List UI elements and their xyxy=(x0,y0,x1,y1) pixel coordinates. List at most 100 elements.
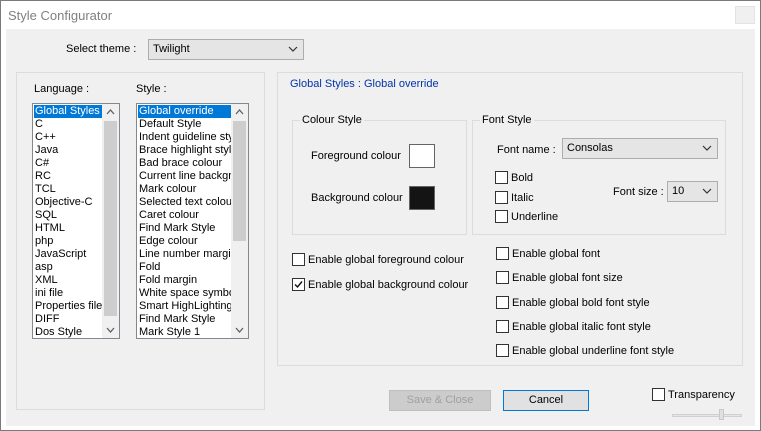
list-item[interactable]: C# xyxy=(34,157,103,170)
list-item[interactable]: Bad brace colour xyxy=(138,157,232,170)
list-item[interactable]: C xyxy=(34,118,103,131)
enable-global-background-label: Enable global background colour xyxy=(308,279,469,291)
background-colour-swatch[interactable] xyxy=(409,186,435,210)
list-item[interactable]: Caret colour xyxy=(138,209,232,222)
enable-global-font-size-checkbox[interactable] xyxy=(496,271,509,284)
font-name-value: Consolas xyxy=(567,142,613,154)
font-style-group: Font Style Font name : Consolas Bold Ita… xyxy=(472,114,726,235)
list-item[interactable]: Indent guideline style xyxy=(138,131,232,144)
list-item[interactable]: Properties file xyxy=(34,300,103,313)
style-label: Style : xyxy=(136,83,167,95)
scroll-down-icon[interactable] xyxy=(102,322,119,338)
style-scroll-thumb[interactable] xyxy=(233,121,246,241)
list-item[interactable]: Fold xyxy=(138,261,232,274)
transparency-slider[interactable] xyxy=(672,414,742,417)
italic-label: Italic xyxy=(511,192,534,204)
foreground-colour-label: Foreground colour xyxy=(311,150,401,162)
enable-global-background-checkbox[interactable] xyxy=(292,278,305,291)
style-configurator-window: Style Configurator Select theme : Twilig… xyxy=(0,0,761,431)
theme-select-value: Twilight xyxy=(153,43,190,55)
list-item[interactable]: Objective-C xyxy=(34,196,103,209)
list-item[interactable]: SQL xyxy=(34,209,103,222)
style-list[interactable]: Global override Default Style Indent guide… xyxy=(136,103,249,339)
list-item[interactable]: Mark colour xyxy=(138,183,232,196)
enable-global-foreground-label: Enable global foreground colour xyxy=(308,254,464,266)
transparency-slider-thumb[interactable] xyxy=(719,409,724,420)
list-item[interactable]: Selected text colour xyxy=(138,196,232,209)
enable-global-bold-checkbox[interactable] xyxy=(496,296,509,309)
chevron-down-icon xyxy=(288,46,298,52)
foreground-colour-swatch[interactable] xyxy=(409,144,435,168)
underline-checkbox[interactable] xyxy=(495,210,508,223)
list-item[interactable]: Line number margin xyxy=(138,248,232,261)
list-item[interactable]: DIFF xyxy=(34,313,103,326)
list-item[interactable]: Find Mark Style xyxy=(138,313,232,326)
list-item[interactable]: Current line background colour xyxy=(138,170,232,183)
font-size-select[interactable]: 10 xyxy=(667,181,718,202)
list-item[interactable]: Smart HighLighting xyxy=(138,300,232,313)
enable-global-foreground-checkbox[interactable] xyxy=(292,253,305,266)
enable-global-font-checkbox[interactable] xyxy=(496,247,509,260)
list-item[interactable]: Mark Style 1 xyxy=(138,326,232,338)
list-item[interactable]: php xyxy=(34,235,103,248)
list-item[interactable]: Default Style xyxy=(138,118,232,131)
font-name-select[interactable]: Consolas xyxy=(562,138,718,159)
theme-select[interactable]: Twilight xyxy=(148,39,304,60)
scroll-down-icon[interactable] xyxy=(231,322,248,338)
list-item[interactable]: Dos Style xyxy=(34,326,103,338)
list-item[interactable]: Edge colour xyxy=(138,235,232,248)
colour-style-group: Colour Style Foreground colour Backgroun… xyxy=(292,114,467,235)
enable-global-italic-checkbox[interactable] xyxy=(496,320,509,333)
list-item[interactable]: C++ xyxy=(34,131,103,144)
list-item[interactable]: ini file xyxy=(34,287,103,300)
list-item[interactable]: Fold margin xyxy=(138,274,232,287)
italic-checkbox[interactable] xyxy=(495,191,508,204)
list-item[interactable]: Brace highlight style xyxy=(138,144,232,157)
font-name-label: Font name : xyxy=(497,144,556,156)
enable-global-font-label: Enable global font xyxy=(512,248,601,260)
enable-global-underline-label: Enable global underline font style xyxy=(512,345,675,357)
theme-label: Select theme : xyxy=(66,43,137,55)
scroll-up-icon[interactable] xyxy=(102,104,119,120)
list-item[interactable]: Java xyxy=(34,144,103,157)
close-button[interactable] xyxy=(735,6,755,24)
font-size-label: Font size : xyxy=(613,186,664,198)
cancel-button[interactable]: Cancel xyxy=(503,390,589,411)
list-item[interactable]: Global override xyxy=(138,105,232,118)
transparency-label: Transparency xyxy=(668,389,735,401)
title-bar[interactable]: Style Configurator xyxy=(1,1,760,29)
enable-global-font-size-label: Enable global font size xyxy=(512,272,623,284)
language-list-scrollbar[interactable] xyxy=(102,104,119,338)
style-details-group: Global Styles : Global override Colour S… xyxy=(277,72,743,366)
bold-checkbox[interactable] xyxy=(495,171,508,184)
checkmark-icon xyxy=(294,281,303,289)
list-item[interactable]: Global Styles xyxy=(34,105,103,118)
list-item[interactable]: TCL xyxy=(34,183,103,196)
enable-global-underline-checkbox[interactable] xyxy=(496,344,509,357)
font-style-title: Font Style xyxy=(480,114,534,127)
chevron-down-icon xyxy=(702,145,712,151)
colour-style-title: Colour Style xyxy=(300,114,364,127)
style-list-scrollbar[interactable] xyxy=(231,104,248,338)
list-item[interactable]: White space symbol xyxy=(138,287,232,300)
save-close-button[interactable]: Save & Close xyxy=(389,390,491,411)
chevron-down-icon xyxy=(702,188,712,194)
enable-global-bold-label: Enable global bold font style xyxy=(512,297,650,309)
list-item[interactable]: HTML xyxy=(34,222,103,235)
language-scroll-thumb[interactable] xyxy=(104,121,117,316)
style-heading: Global Styles : Global override xyxy=(290,78,439,90)
list-item[interactable]: JavaScript xyxy=(34,248,103,261)
font-size-value: 10 xyxy=(672,185,685,197)
language-label: Language : xyxy=(34,83,90,95)
language-list[interactable]: Global Styles C C++ Java C# RC TCL Objective-C S… xyxy=(32,103,120,339)
list-item[interactable]: asp xyxy=(34,261,103,274)
list-item[interactable]: RC xyxy=(34,170,103,183)
underline-label: Underline xyxy=(511,211,559,223)
list-item[interactable]: XML xyxy=(34,274,103,287)
list-item[interactable]: Find Mark Style xyxy=(138,222,232,235)
transparency-checkbox[interactable] xyxy=(652,388,665,401)
window-title: Style Configurator xyxy=(8,8,113,23)
scroll-up-icon[interactable] xyxy=(231,104,248,120)
background-colour-label: Background colour xyxy=(311,192,403,204)
language-style-group: Language : Style : Global Styles C C++ Java… xyxy=(16,72,265,410)
